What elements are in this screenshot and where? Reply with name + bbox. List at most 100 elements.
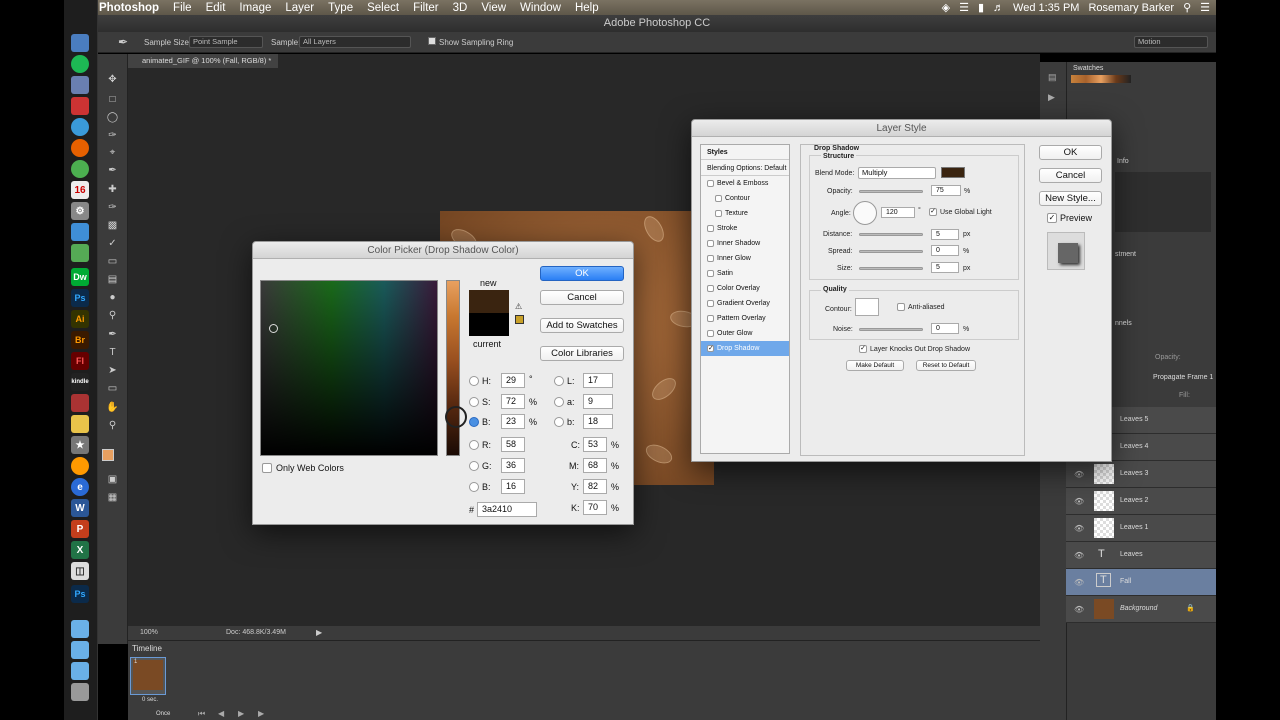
current-color-swatch[interactable] bbox=[469, 313, 509, 336]
layer-style-cancel-button[interactable]: Cancel bbox=[1039, 168, 1102, 183]
distance-field[interactable]: 5 bbox=[931, 229, 959, 240]
flash-icon[interactable]: Fl bbox=[71, 352, 89, 370]
foreground-color-swatch[interactable] bbox=[102, 449, 114, 461]
layer-row[interactable]: 👁 Leaves 2 bbox=[1066, 488, 1216, 515]
g-field[interactable]: 36 bbox=[501, 458, 525, 473]
blue-field[interactable]: 16 bbox=[501, 479, 525, 494]
menu-layer[interactable]: Layer bbox=[285, 2, 314, 14]
zoom-level[interactable]: 100% bbox=[140, 626, 158, 640]
noise-slider[interactable] bbox=[859, 328, 923, 331]
workspace-select[interactable]: Motion bbox=[1134, 36, 1208, 48]
menu-image[interactable]: Image bbox=[239, 2, 271, 14]
propagate-frame[interactable]: Propagate Frame 1 bbox=[1153, 374, 1213, 381]
preview-checkbox[interactable]: ✓ bbox=[1047, 213, 1057, 223]
opacity-slider[interactable] bbox=[859, 190, 923, 193]
l-field[interactable]: 17 bbox=[583, 373, 613, 388]
dropbox-icon[interactable]: ◈ bbox=[942, 1, 950, 14]
menu-app[interactable]: Photoshop bbox=[99, 2, 159, 14]
hue-slider-handle[interactable] bbox=[445, 406, 467, 428]
stamp-tool-icon[interactable]: ▩ bbox=[106, 220, 119, 231]
folder-icon[interactable] bbox=[71, 620, 89, 638]
c-field[interactable]: 53 bbox=[583, 437, 607, 452]
clock[interactable]: Wed 1:35 PM bbox=[1013, 2, 1079, 14]
next-frame-icon[interactable]: ▶ bbox=[258, 709, 264, 718]
photoshop-icon[interactable]: Ps bbox=[71, 289, 89, 307]
system-prefs-icon[interactable]: ⚙ bbox=[71, 202, 89, 220]
crop-tool-icon[interactable]: ⌖ bbox=[106, 147, 119, 158]
layer-row[interactable]: 👁 Background 🔒 bbox=[1066, 596, 1216, 623]
spotlight-icon[interactable]: ⚲ bbox=[1183, 1, 1191, 14]
angle-field[interactable]: 120 bbox=[881, 207, 915, 218]
eye-icon[interactable]: 👁 bbox=[1074, 524, 1084, 533]
battery-icon[interactable]: ▮ bbox=[978, 1, 984, 14]
gradient-tool-icon[interactable]: ▤ bbox=[106, 274, 119, 285]
sample-select[interactable]: All Layers bbox=[299, 36, 411, 48]
a-radio[interactable] bbox=[554, 397, 564, 407]
marquee-tool-icon[interactable]: □ bbox=[106, 94, 119, 105]
style-item-outer-glow[interactable]: Outer Glow bbox=[701, 326, 789, 341]
a-field[interactable]: 9 bbox=[583, 394, 613, 409]
finder-icon[interactable] bbox=[71, 34, 89, 52]
style-item-contour[interactable]: Contour bbox=[701, 191, 789, 206]
eye-icon[interactable]: 👁 bbox=[1074, 551, 1084, 560]
screen-mode-icon[interactable]: ▦ bbox=[106, 492, 119, 503]
kindle-icon[interactable]: kindle bbox=[71, 373, 89, 391]
document-tab[interactable]: animated_GIF @ 100% (Fall, RGB/8) * bbox=[128, 54, 278, 68]
folder-icon[interactable] bbox=[71, 641, 89, 659]
color-field-cursor[interactable] bbox=[269, 324, 278, 333]
style-item-inner-shadow[interactable]: Inner Shadow bbox=[701, 236, 789, 251]
layer-row-selected[interactable]: 👁 T Fall bbox=[1066, 569, 1216, 596]
layer-row[interactable]: 👁 T Leaves bbox=[1066, 542, 1216, 569]
opacity-field[interactable]: 75 bbox=[931, 185, 961, 196]
folder-icon[interactable] bbox=[71, 662, 89, 680]
sample-size-select[interactable]: Point Sample bbox=[189, 36, 263, 48]
contour-picker[interactable] bbox=[855, 298, 879, 316]
eye-icon[interactable]: 👁 bbox=[1074, 605, 1084, 614]
prev-frame-icon[interactable]: ◀ bbox=[218, 709, 224, 718]
r-field[interactable]: 58 bbox=[501, 437, 525, 452]
size-slider[interactable] bbox=[859, 267, 923, 270]
lab-b-field[interactable]: 18 bbox=[583, 414, 613, 429]
style-item-inner-glow[interactable]: Inner Glow bbox=[701, 251, 789, 266]
pen-tool-icon[interactable]: ✒ bbox=[106, 329, 119, 340]
spread-slider[interactable] bbox=[859, 250, 923, 253]
quick-mask-icon[interactable]: ▣ bbox=[106, 474, 119, 485]
shadow-color-swatch[interactable] bbox=[941, 167, 965, 178]
app-icon[interactable] bbox=[71, 394, 89, 412]
quick-select-tool-icon[interactable]: ✑ bbox=[106, 130, 119, 141]
blend-mode-select[interactable]: Multiply bbox=[858, 167, 936, 179]
k-field[interactable]: 70 bbox=[583, 500, 607, 515]
anti-aliased-checkbox[interactable] bbox=[897, 303, 905, 311]
play-arrow-icon[interactable]: ▶ bbox=[316, 626, 322, 640]
style-item-color-overlay[interactable]: Color Overlay bbox=[701, 281, 789, 296]
powerpoint-icon[interactable]: P bbox=[71, 520, 89, 538]
layer-row[interactable]: 👁 Leaves 1 bbox=[1066, 515, 1216, 542]
app-icon[interactable] bbox=[71, 244, 89, 262]
eye-icon[interactable]: 👁 bbox=[1074, 578, 1084, 587]
lab-b-radio[interactable] bbox=[554, 417, 564, 427]
history-brush-icon[interactable]: ✓ bbox=[106, 238, 119, 249]
style-item-stroke[interactable]: Stroke bbox=[701, 221, 789, 236]
swatches-tab[interactable]: Swatches bbox=[1073, 65, 1103, 72]
zoom-tool-icon[interactable]: ⚲ bbox=[106, 420, 119, 431]
g-radio[interactable] bbox=[469, 461, 479, 471]
styles-header[interactable]: Styles bbox=[701, 145, 789, 160]
only-web-colors-checkbox[interactable] bbox=[262, 463, 272, 473]
eyedropper-tool-icon[interactable]: ✒ bbox=[106, 165, 119, 176]
blur-tool-icon[interactable]: ● bbox=[106, 292, 119, 303]
make-default-button[interactable]: Make Default bbox=[846, 360, 904, 371]
knockout-checkbox[interactable]: ✓ bbox=[859, 345, 867, 353]
frame-1[interactable]: 1 bbox=[130, 657, 166, 695]
wifi-icon[interactable]: ☰ bbox=[959, 1, 969, 14]
new-style-button[interactable]: New Style... bbox=[1039, 191, 1102, 206]
style-item-blending[interactable]: Blending Options: Default bbox=[701, 161, 789, 176]
dodge-tool-icon[interactable]: ⚲ bbox=[106, 310, 119, 321]
notifications-icon[interactable]: ☰ bbox=[1200, 1, 1210, 14]
volume-icon[interactable]: ♬ bbox=[993, 2, 1004, 14]
safari-icon[interactable] bbox=[71, 118, 89, 136]
info-tab[interactable]: Info bbox=[1117, 158, 1129, 165]
color-picker-cancel-button[interactable]: Cancel bbox=[540, 290, 624, 305]
style-item-drop-shadow[interactable]: Drop Shadow bbox=[701, 341, 789, 356]
brush-tool-icon[interactable]: ✑ bbox=[106, 202, 119, 213]
spread-field[interactable]: 0 bbox=[931, 245, 959, 256]
